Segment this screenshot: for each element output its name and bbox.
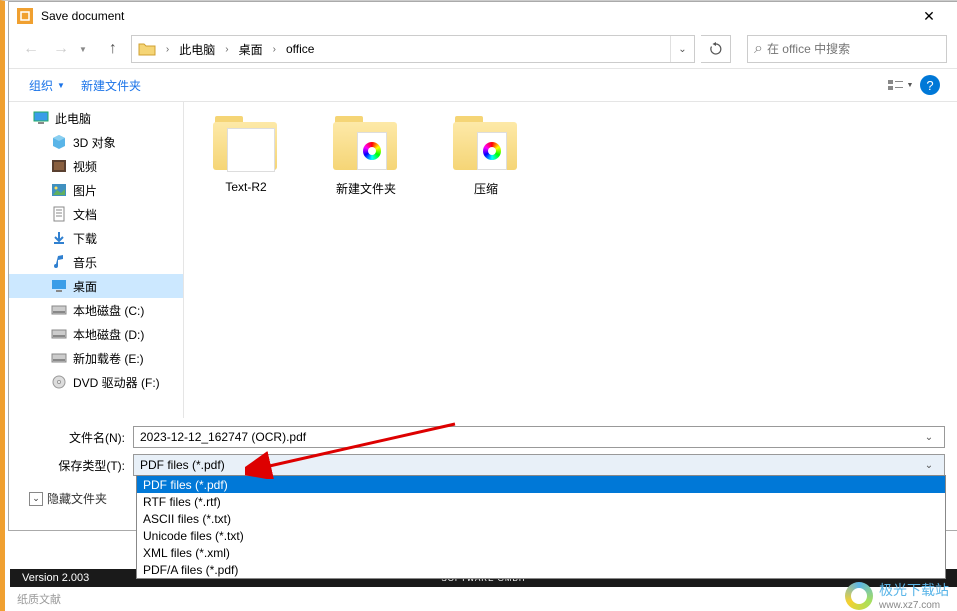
sidebar-item-label: 桌面	[73, 278, 97, 295]
search-box[interactable]: ⌕	[747, 35, 947, 63]
folder-item[interactable]: 新建文件夹	[316, 114, 416, 197]
path-segment[interactable]: office	[280, 36, 320, 62]
filename-input[interactable]: 2023-12-12_162747 (OCR).pdf ⌄	[133, 426, 945, 448]
filetype-option[interactable]: PDF files (*.pdf)	[137, 476, 945, 493]
search-input[interactable]	[767, 42, 940, 56]
watermark: 极光下载站 www.xz7.com	[845, 580, 949, 611]
chevron-down-icon: ▼	[57, 81, 65, 90]
watermark-text: 极光下载站	[879, 580, 949, 600]
sidebar-item[interactable]: 新加载卷 (E:)	[9, 346, 183, 370]
3d-icon	[51, 134, 67, 150]
sidebar-item[interactable]: 本地磁盘 (D:)	[9, 322, 183, 346]
sidebar-item-label: 本地磁盘 (C:)	[73, 302, 144, 319]
forward-button[interactable]: →	[49, 37, 73, 61]
sidebar-item-label: 新加载卷 (E:)	[73, 350, 144, 367]
folder-icon	[331, 114, 401, 174]
downloads-icon	[51, 230, 67, 246]
address-bar[interactable]: › 此电脑 › 桌面 › office ⌄	[131, 35, 695, 63]
folder-item[interactable]: 压缩	[436, 114, 536, 197]
docs-icon	[51, 206, 67, 222]
chevron-down-icon[interactable]: ⌄	[920, 460, 938, 471]
filetype-option[interactable]: RTF files (*.rtf)	[137, 493, 945, 510]
sidebar-item-label: DVD 驱动器 (F:)	[73, 374, 160, 391]
chevron-right-icon[interactable]: ›	[269, 44, 280, 55]
sidebar-item[interactable]: 本地磁盘 (C:)	[9, 298, 183, 322]
view-options-button[interactable]: ▼	[885, 73, 915, 97]
sidebar-item-label: 下载	[73, 230, 97, 247]
titlebar: Save document ✕	[9, 2, 957, 30]
filetype-select[interactable]: PDF files (*.pdf) ⌄	[133, 454, 945, 476]
pictures-icon	[51, 182, 67, 198]
music-icon	[51, 254, 67, 270]
file-area[interactable]: Text-R2 新建文件夹 压缩	[184, 102, 957, 418]
filename-label: 文件名(N):	[21, 429, 133, 446]
dialog-title: Save document	[41, 9, 909, 23]
nav-bar: ← → ▼ ↑ › 此电脑 › 桌面 › office ⌄ ⌕	[9, 30, 957, 68]
chevron-down-icon: ⌄	[29, 492, 43, 506]
sidebar-item-label: 3D 对象	[73, 134, 116, 151]
filetype-option[interactable]: ASCII files (*.txt)	[137, 510, 945, 527]
watermark-logo-icon	[845, 582, 873, 610]
sidebar-item[interactable]: 文档	[9, 202, 183, 226]
toolbar: 组织 ▼ 新建文件夹 ▼ ?	[9, 68, 957, 102]
help-button[interactable]: ?	[915, 73, 945, 97]
filetype-dropdown: PDF files (*.pdf)RTF files (*.rtf)ASCII …	[136, 475, 946, 579]
path-segment[interactable]: 桌面	[233, 36, 269, 62]
watermark-url: www.xz7.com	[879, 600, 949, 611]
help-icon: ?	[920, 75, 940, 95]
filetype-option[interactable]: PDF/A files (*.pdf)	[137, 561, 945, 578]
path-dropdown-button[interactable]: ⌄	[670, 36, 694, 62]
sidebar: 此电脑 3D 对象视频图片文档下载音乐桌面本地磁盘 (C:) 本地磁盘 (D:) 新…	[9, 102, 184, 418]
disk-icon	[51, 302, 67, 318]
filetype-option[interactable]: XML files (*.xml)	[137, 544, 945, 561]
chevron-right-icon[interactable]: ›	[162, 44, 173, 55]
desktop-icon	[51, 278, 67, 294]
sidebar-item[interactable]: 音乐	[9, 250, 183, 274]
disk-icon	[51, 350, 67, 366]
sidebar-item-label: 文档	[73, 206, 97, 223]
chevron-down-icon[interactable]: ⌄	[920, 432, 938, 443]
disk-icon	[51, 326, 67, 342]
bottom-stray-text: 纸质文献	[17, 591, 61, 607]
sidebar-item-label: 图片	[73, 182, 97, 199]
new-folder-button[interactable]: 新建文件夹	[73, 73, 149, 98]
chevron-right-icon[interactable]: ›	[221, 44, 232, 55]
close-button[interactable]: ✕	[909, 2, 949, 30]
sidebar-item[interactable]: 图片	[9, 178, 183, 202]
folder-icon	[451, 114, 521, 174]
folder-icon	[211, 114, 281, 174]
version-text: Version 2.003	[22, 572, 89, 584]
sidebar-item[interactable]: 下载	[9, 226, 183, 250]
sidebar-item-label: 本地磁盘 (D:)	[73, 326, 144, 343]
sidebar-item[interactable]: 视频	[9, 154, 183, 178]
filetype-label: 保存类型(T):	[21, 457, 133, 474]
save-dialog: Save document ✕ ← → ▼ ↑ › 此电脑 › 桌面 › off…	[8, 1, 957, 531]
sidebar-item-label: 视频	[73, 158, 97, 175]
folder-label: Text-R2	[225, 180, 266, 194]
path-segment[interactable]: 此电脑	[173, 36, 221, 62]
video-icon	[51, 158, 67, 174]
search-icon: ⌕	[754, 40, 763, 58]
up-button[interactable]: ↑	[101, 37, 125, 61]
sidebar-item-label: 音乐	[73, 254, 97, 271]
back-button[interactable]: ←	[19, 37, 43, 61]
sidebar-item[interactable]: DVD 驱动器 (F:)	[9, 370, 183, 394]
monitor-icon	[33, 110, 49, 126]
refresh-button[interactable]	[701, 35, 731, 63]
app-icon	[17, 8, 33, 24]
sidebar-item[interactable]: 3D 对象	[9, 130, 183, 154]
organize-button[interactable]: 组织 ▼	[21, 73, 73, 98]
sidebar-item[interactable]: 桌面	[9, 274, 183, 298]
folder-label: 新建文件夹	[336, 180, 396, 197]
history-dropdown-icon[interactable]: ▼	[79, 45, 87, 54]
folder-label: 压缩	[474, 180, 498, 197]
sidebar-root-thispc[interactable]: 此电脑	[9, 106, 183, 130]
dvd-icon	[51, 374, 67, 390]
folder-icon	[136, 40, 158, 58]
folder-item[interactable]: Text-R2	[196, 114, 296, 197]
filetype-option[interactable]: Unicode files (*.txt)	[137, 527, 945, 544]
